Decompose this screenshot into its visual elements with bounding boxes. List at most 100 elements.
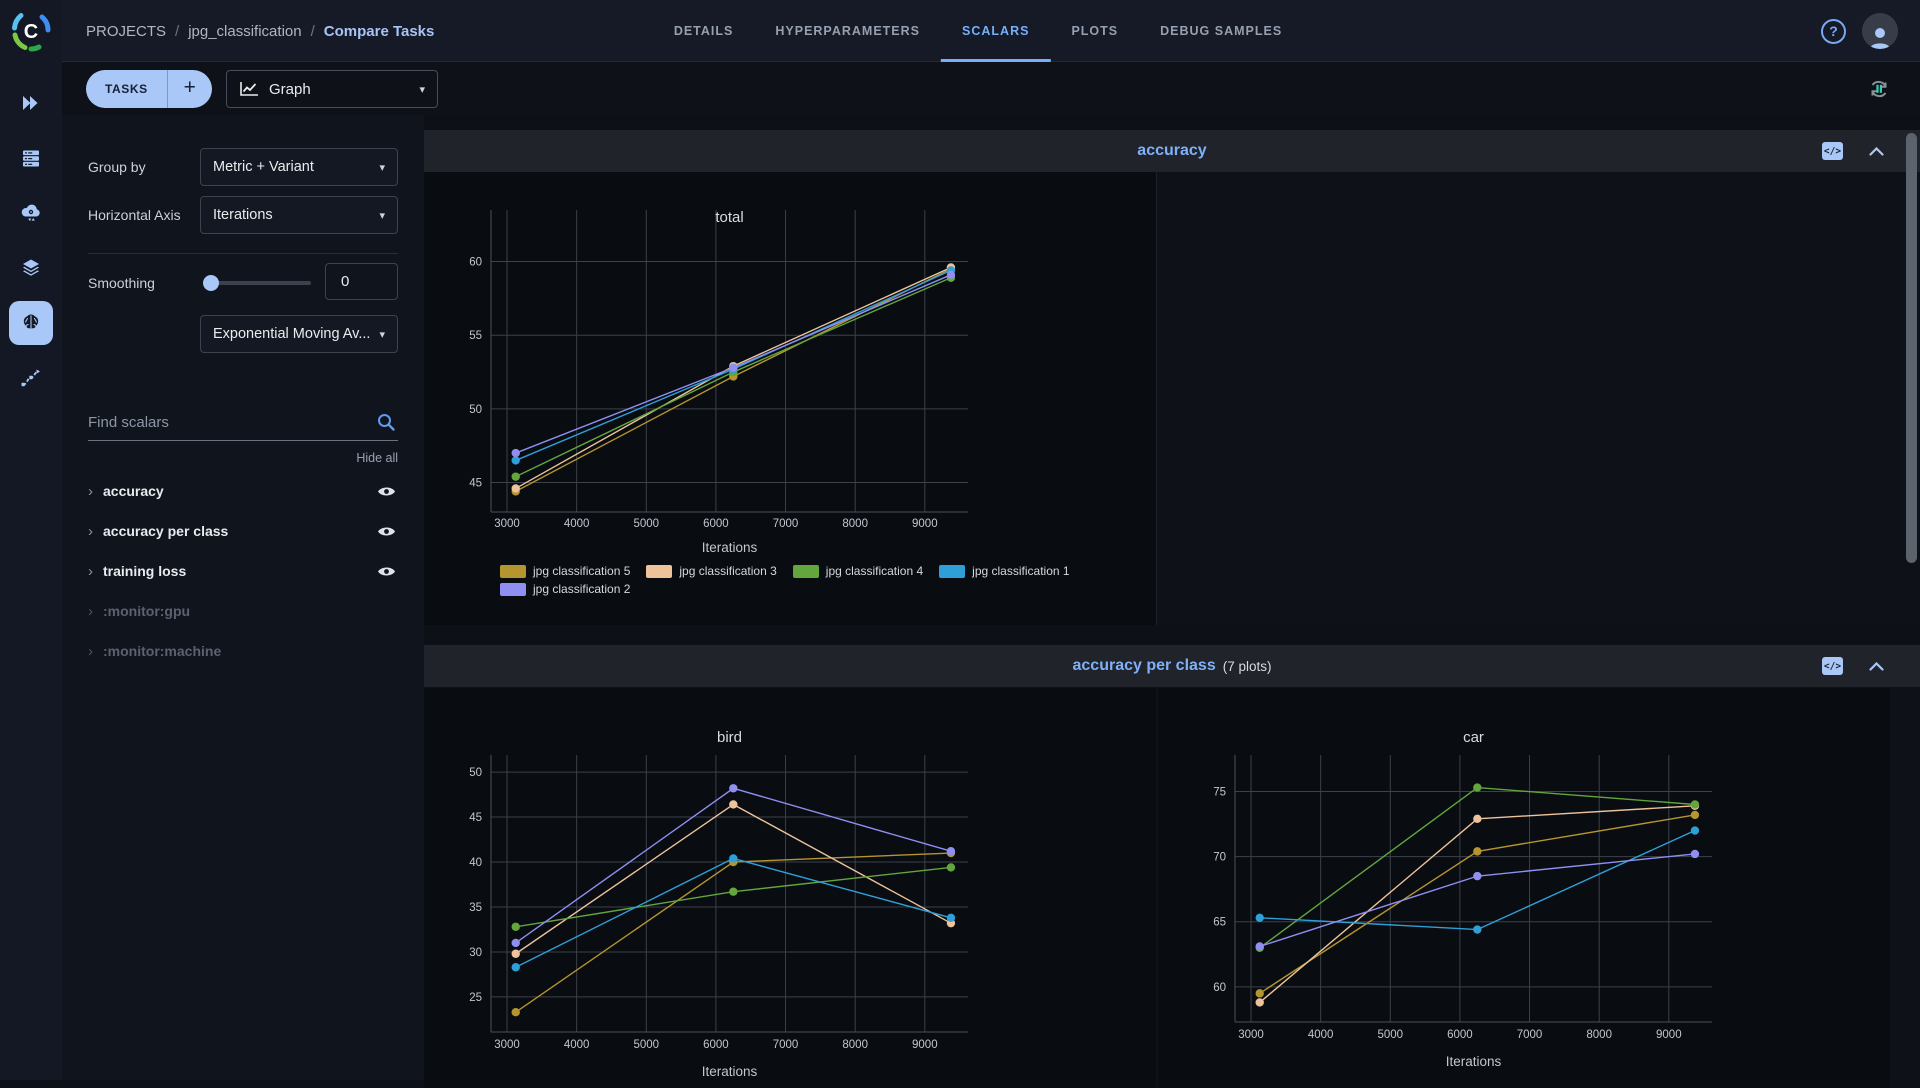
rail-item-datasets[interactable] <box>9 246 53 290</box>
legend-swatch <box>500 583 526 596</box>
group-by-select[interactable]: Metric + Variant ▾ <box>200 148 398 186</box>
horizontal-axis-value: Iterations <box>213 207 273 223</box>
svg-text:5000: 5000 <box>633 1039 659 1051</box>
svg-text:6000: 6000 <box>703 1039 729 1051</box>
auto-refresh-button[interactable] <box>1866 76 1892 102</box>
legend-label: jpg classification 3 <box>679 564 776 578</box>
clearml-logo[interactable]: C <box>9 9 53 53</box>
horizontal-axis-select[interactable]: Iterations ▾ <box>200 196 398 234</box>
rail-item-pipelines[interactable] <box>9 356 53 400</box>
breadcrumb-project-name[interactable]: jpg_classification <box>188 23 301 40</box>
rail-item-experiments[interactable] <box>9 301 53 345</box>
smoothing-slider[interactable] <box>205 281 311 285</box>
svg-text:5000: 5000 <box>1377 1029 1403 1041</box>
smoothing-type-select[interactable]: Exponential Moving Av... ▾ <box>200 315 398 353</box>
servers-icon <box>20 147 42 169</box>
svg-text:25: 25 <box>469 992 482 1004</box>
tab-scalars[interactable]: SCALARS <box>941 0 1050 62</box>
visibility-eye-icon[interactable] <box>377 485 396 503</box>
chevron-right-icon[interactable]: › <box>88 483 93 500</box>
svg-text:60: 60 <box>1213 982 1226 994</box>
collapse-up-icon[interactable] <box>1869 147 1884 156</box>
legend-label: jpg classification 2 <box>533 582 630 596</box>
legend-swatch <box>939 565 965 578</box>
find-scalars-field <box>88 407 398 441</box>
scalar-row-label: :monitor:gpu <box>103 603 190 619</box>
left-rail: C <box>0 0 62 1080</box>
svg-text:5000: 5000 <box>633 518 659 530</box>
chevron-right-icon[interactable]: › <box>88 603 93 620</box>
visibility-eye-icon[interactable] <box>377 525 396 543</box>
scalars-settings-panel: Group by Metric + Variant ▾ Horizontal A… <box>62 115 424 1080</box>
legend-swatch <box>646 565 672 578</box>
smoothing-slider-thumb[interactable] <box>203 275 219 291</box>
toolbar: TASKS + Graph ▾ <box>62 62 1920 115</box>
car-line-chart[interactable]: 300040005000600070008000900060657075carI… <box>1179 700 1839 1080</box>
find-scalars-input[interactable] <box>88 407 368 437</box>
smoothing-value-input[interactable]: 0 <box>325 263 398 300</box>
breadcrumb-separator: / <box>311 23 315 40</box>
divider <box>88 253 398 254</box>
vertical-scrollbar-thumb[interactable] <box>1906 133 1917 563</box>
legend-label: jpg classification 1 <box>972 564 1069 578</box>
clearml-logo-icon: C <box>9 9 53 53</box>
scalar-row-training-loss[interactable]: › training loss <box>62 551 424 591</box>
chart-legend: jpg classification 5 jpg classification 3… <box>500 564 1084 596</box>
legend-label: jpg classification 5 <box>533 564 630 578</box>
chevron-right-icon[interactable]: › <box>88 563 93 580</box>
help-icon[interactable]: ? <box>1821 19 1846 44</box>
scalar-row-accuracy-per-class[interactable]: › accuracy per class <box>62 511 424 551</box>
avatar[interactable] <box>1862 13 1898 49</box>
legend-item[interactable]: jpg classification 5 <box>500 564 630 578</box>
svg-text:7000: 7000 <box>773 1039 799 1051</box>
legend-item[interactable]: jpg classification 2 <box>500 582 630 596</box>
hide-all-button[interactable]: Hide all <box>356 451 398 465</box>
legend-item[interactable]: jpg classification 1 <box>939 564 1069 578</box>
scalar-row-monitor-gpu[interactable]: › :monitor:gpu <box>62 591 424 631</box>
scalar-row-label: training loss <box>103 563 186 579</box>
legend-item[interactable]: jpg classification 3 <box>646 564 776 578</box>
bird-line-chart[interactable]: 3000400050006000700080009000253035404550… <box>435 700 1095 1080</box>
tasks-button[interactable]: TASKS <box>86 70 167 108</box>
rail-item-autoscalers[interactable] <box>9 191 53 235</box>
group-by-label: Group by <box>88 159 146 175</box>
line-chart-icon <box>239 81 259 97</box>
total-line-chart[interactable]: 300040005000600070008000900045505560tota… <box>435 190 1095 562</box>
collapse-up-icon[interactable] <box>1869 662 1884 671</box>
svg-text:50: 50 <box>469 767 482 779</box>
svg-text:car: car <box>1463 729 1484 746</box>
chevron-down-icon: ▾ <box>379 161 385 174</box>
rail-item-workers[interactable] <box>9 136 53 180</box>
tab-debug-samples[interactable]: DEBUG SAMPLES <box>1139 0 1303 62</box>
rail-item-dashboard[interactable] <box>9 81 53 125</box>
tab-hyperparameters[interactable]: HYPERPARAMETERS <box>754 0 941 62</box>
svg-text:50: 50 <box>469 404 482 416</box>
tab-details[interactable]: DETAILS <box>653 0 755 62</box>
embed-code-icon[interactable]: </> <box>1822 657 1843 675</box>
add-task-button[interactable]: + <box>168 70 212 108</box>
section-header-accuracy: accuracy </> <box>424 130 1920 172</box>
svg-text:9000: 9000 <box>912 1039 938 1051</box>
view-select-value: Graph <box>269 81 311 98</box>
chevron-right-icon[interactable]: › <box>88 643 93 660</box>
svg-text:70: 70 <box>1213 852 1226 864</box>
view-select[interactable]: Graph ▾ <box>226 70 438 108</box>
smoothing-label: Smoothing <box>88 275 155 291</box>
search-icon[interactable] <box>376 412 396 437</box>
svg-text:45: 45 <box>469 478 482 490</box>
tab-plots[interactable]: PLOTS <box>1050 0 1139 62</box>
scalar-row-monitor-machine[interactable]: › :monitor:machine <box>62 631 424 671</box>
breadcrumb-projects[interactable]: PROJECTS <box>86 23 166 40</box>
scalar-row-accuracy[interactable]: › accuracy <box>62 471 424 511</box>
svg-text:8000: 8000 <box>842 518 868 530</box>
chevron-down-icon: ▾ <box>379 328 385 341</box>
visibility-eye-icon[interactable] <box>377 565 396 583</box>
chevron-right-icon[interactable]: › <box>88 523 93 540</box>
svg-text:35: 35 <box>469 902 482 914</box>
svg-text:6000: 6000 <box>703 518 729 530</box>
embed-code-icon[interactable]: </> <box>1822 142 1843 160</box>
legend-label: jpg classification 4 <box>826 564 923 578</box>
double-play-icon <box>20 92 42 114</box>
svg-text:7000: 7000 <box>773 518 799 530</box>
legend-item[interactable]: jpg classification 4 <box>793 564 923 578</box>
